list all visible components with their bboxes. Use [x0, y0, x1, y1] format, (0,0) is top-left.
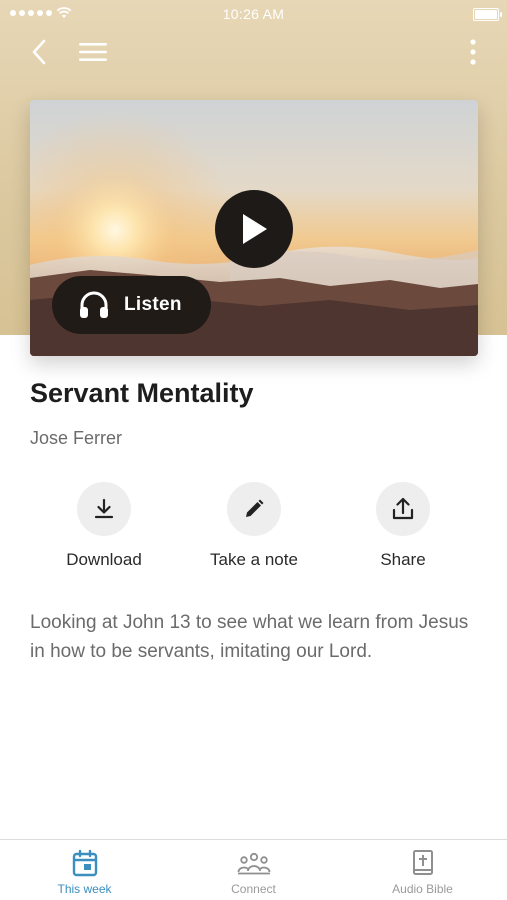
tab-connect[interactable]: Connect — [169, 848, 338, 896]
people-icon — [237, 852, 270, 875]
play-button[interactable] — [215, 190, 293, 268]
chevron-left-icon[interactable] — [28, 38, 52, 66]
sermon-author: Jose Ferrer — [30, 428, 123, 448]
share-button[interactable]: Share — [328, 482, 478, 570]
sermon-hero-image: Listen — [30, 100, 478, 356]
tab-bar: This week Connect Audio Bible — [0, 839, 507, 900]
share-icon-circle — [376, 482, 430, 536]
share-icon — [392, 497, 414, 520]
listen-label: Listen — [124, 294, 182, 315]
download-icon — [94, 498, 114, 519]
pencil-icon — [246, 499, 264, 517]
tab-audio-bible[interactable]: Audio Bible — [338, 848, 507, 896]
play-icon — [243, 214, 267, 244]
status-bar: 10:26 AM — [0, 0, 507, 28]
headphones-icon — [80, 291, 108, 318]
tab-this-week-label: This week — [57, 882, 112, 896]
tab-connect-label: Connect — [231, 882, 276, 896]
download-icon-circle — [77, 482, 131, 536]
share-label: Share — [380, 550, 426, 569]
battery-icon — [473, 8, 502, 21]
bible-icon — [412, 850, 433, 875]
pencil-icon-circle — [227, 482, 281, 536]
download-label: Download — [66, 550, 142, 569]
sermon-title: Servant Mentality — [30, 378, 254, 408]
hamburger-menu-icon[interactable] — [78, 40, 108, 64]
tab-audio-bible-label: Audio Bible — [392, 882, 453, 896]
more-vertical-icon[interactable] — [465, 38, 481, 66]
calendar-icon — [72, 849, 97, 877]
tab-this-week[interactable]: This week — [0, 848, 169, 896]
listen-button[interactable]: Listen — [52, 276, 211, 334]
sermon-description: Looking at John 13 to see what we learn … — [30, 612, 469, 662]
take-note-label: Take a note — [210, 550, 298, 569]
status-time: 10:26 AM — [222, 6, 285, 22]
download-button[interactable]: Download — [29, 482, 179, 570]
take-note-button[interactable]: Take a note — [179, 482, 329, 570]
